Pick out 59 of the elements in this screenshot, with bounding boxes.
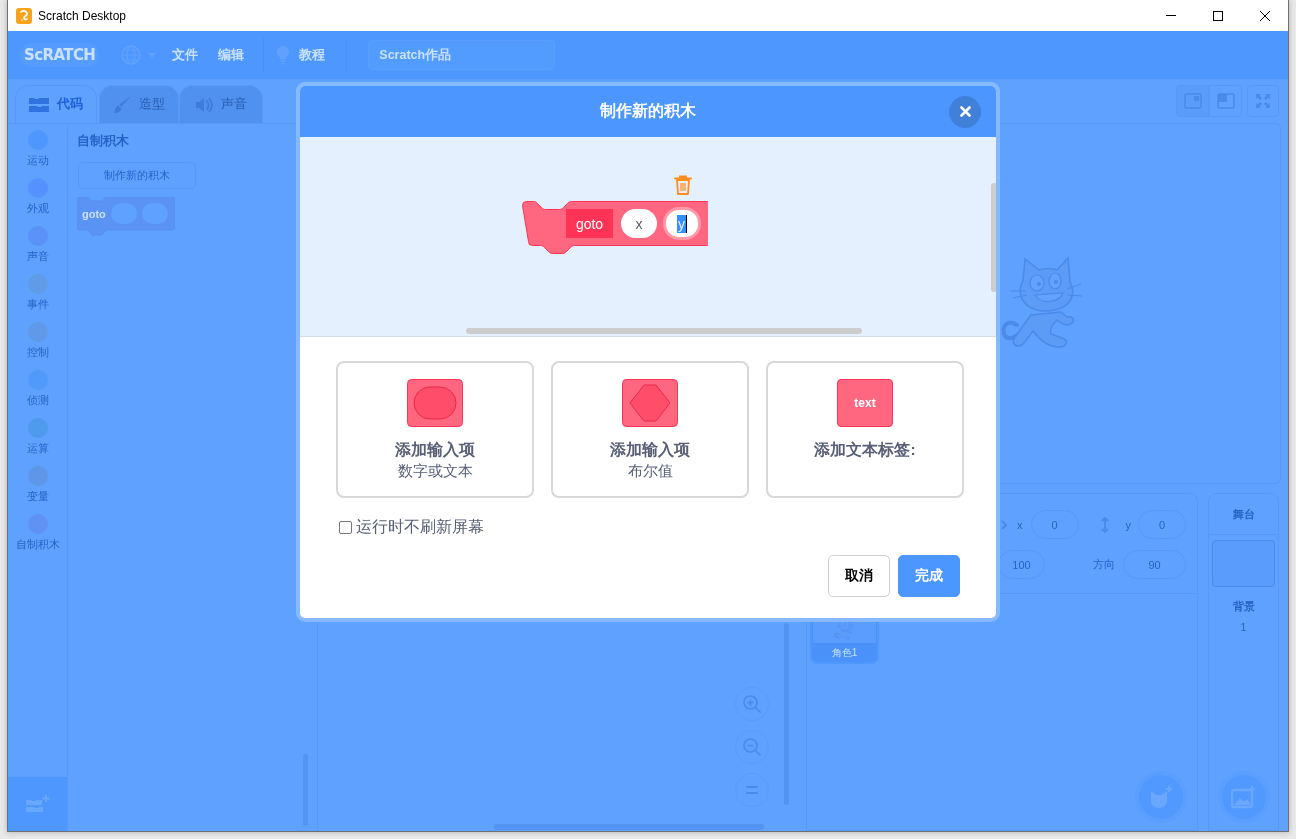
zoom-in-button[interactable] (735, 687, 769, 721)
direction-field[interactable]: 90 (1123, 550, 1186, 579)
menu-item[interactable]: 文件 (162, 31, 209, 79)
stage-heading: 舞台 (1232, 507, 1255, 521)
size-field[interactable]: 100 (998, 550, 1045, 579)
label-field[interactable]: goto (566, 209, 613, 238)
close-icon (1259, 10, 1270, 21)
minimize-icon (1165, 15, 1176, 16)
scrollbar-thumb[interactable] (494, 824, 764, 830)
app-icon (16, 7, 32, 24)
y-label: y (1125, 518, 1131, 531)
checkbox-label: 运行时不刷新屏幕 (356, 517, 484, 537)
trash-icon (674, 175, 692, 195)
category-item[interactable]: 运动 (8, 130, 67, 178)
add-extension-button[interactable] (8, 777, 67, 831)
zoom-out-button[interactable] (735, 730, 769, 764)
hexagon-input-icon (622, 379, 678, 427)
project-title-field[interactable]: Scratch作品 (368, 40, 556, 70)
add-option-button[interactable]: 添加输入项 布尔值 (551, 361, 749, 498)
x-label: x (1017, 518, 1023, 531)
oval-input-icon (407, 379, 463, 427)
scratch-logo[interactable]: ScRATCH (20, 43, 100, 67)
blocks-plus-icon (24, 794, 51, 814)
category-item[interactable]: 自制积木 (8, 514, 67, 562)
ok-button[interactable]: 完成 (898, 555, 960, 597)
category-item[interactable]: 声音 (8, 226, 67, 274)
zoom-in-icon (742, 694, 762, 714)
text-tile: text (837, 379, 893, 427)
window-title: Scratch Desktop (38, 8, 127, 23)
palette-heading: 自制积木 (77, 134, 129, 148)
arrowhead-icon (1001, 519, 1007, 530)
sprite-name: 角色1 (831, 646, 858, 660)
close-button[interactable] (949, 95, 981, 128)
backdrops-label: 背景 (1232, 600, 1255, 613)
blocks-icon (29, 96, 49, 113)
add-option-button[interactable]: 添加输入项 数字或文本 (336, 361, 534, 498)
close-icon (959, 106, 971, 117)
editor-tab[interactable]: 代码 (15, 85, 97, 123)
add-sprite-button[interactable] (1139, 775, 1183, 819)
custom-block[interactable]: goto (77, 197, 175, 236)
scrollbar-thumb[interactable] (784, 623, 789, 805)
tutorials-button[interactable]: 教程 (273, 31, 338, 79)
delete-input-button[interactable] (674, 175, 692, 195)
image-plus-icon (1231, 785, 1257, 809)
add-option-button[interactable]: text 添加文本标签: (766, 361, 964, 498)
backdrop-count: 1 (1240, 621, 1247, 634)
scrollbar-thumb[interactable] (991, 183, 996, 292)
x-field[interactable]: 0 (1030, 510, 1079, 539)
cat-face-plus-icon (1148, 785, 1174, 809)
zoom-out-icon (742, 737, 762, 757)
cancel-button[interactable]: 取消 (828, 555, 890, 597)
maximize-icon (1212, 10, 1223, 21)
category-item[interactable]: 事件 (8, 274, 67, 322)
add-backdrop-button[interactable] (1222, 775, 1266, 819)
scrollbar-thumb[interactable] (466, 328, 862, 334)
dialog-title: 制作新的积木 (600, 101, 696, 121)
menu-item[interactable]: 编辑 (208, 31, 255, 79)
checkbox[interactable] (339, 520, 352, 534)
block-label: goto (82, 207, 106, 220)
